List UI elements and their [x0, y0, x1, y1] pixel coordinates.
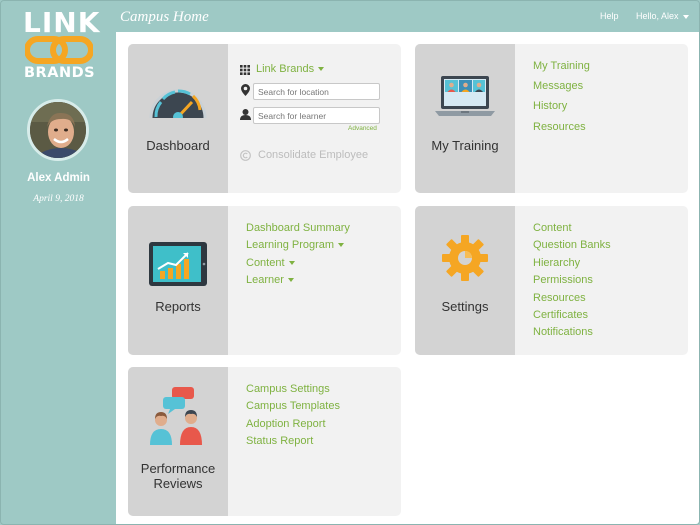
reports-body: Dashboard Summary Learning Program Conte… — [228, 206, 401, 355]
link-learner-label: Learner — [246, 274, 284, 286]
advanced-search-link[interactable]: Advanced — [348, 125, 377, 132]
brand-logo[interactable]: LINK BRANDS — [21, 9, 99, 83]
link-my-training[interactable]: My Training — [533, 60, 590, 72]
performance-icon-panel[interactable]: Performance Reviews — [128, 367, 228, 516]
chevron-down-icon — [318, 67, 325, 72]
my-training-icon-panel[interactable]: My Training — [415, 44, 515, 193]
dashboard-title: Dashboard — [146, 138, 210, 153]
location-search-input[interactable] — [253, 83, 380, 100]
learner-search-input[interactable] — [253, 107, 380, 124]
reports-icon-panel[interactable]: Reports — [128, 206, 228, 355]
settings-body: Content Question Banks Hierarchy Permiss… — [515, 206, 688, 355]
page-title: Campus Home — [120, 9, 209, 25]
link-certificates[interactable]: Certificates — [533, 309, 588, 321]
people-conversation-icon — [150, 387, 202, 445]
brand-select[interactable]: Link Brands — [256, 63, 325, 75]
link-permissions[interactable]: Permissions — [533, 274, 593, 286]
current-date: April 9, 2018 — [33, 194, 84, 204]
link-question-banks[interactable]: Question Banks — [533, 239, 611, 251]
settings-card: Settings Content Question Banks Hierarch… — [415, 206, 688, 355]
link-content-label: Content — [246, 257, 285, 269]
dashboard-icon-panel[interactable]: Dashboard — [128, 44, 228, 193]
link-learner[interactable]: Learner — [246, 274, 294, 286]
chevron-down-icon — [288, 261, 295, 266]
laptop-video-icon — [435, 76, 495, 116]
link-adoption-report[interactable]: Adoption Report — [246, 418, 326, 430]
sidebar: LINK BRANDS Alex Admin April 9, 2018 — [1, 1, 116, 524]
grid-icon — [240, 65, 250, 75]
logo-wordmark-top: LINK — [23, 6, 101, 39]
consolidate-employee: Consolidate Employee — [258, 149, 369, 161]
logo-wordmark-bottom: BRANDS — [24, 65, 96, 81]
link-status-report[interactable]: Status Report — [246, 435, 313, 447]
user-menu-label: Hello, Alex — [636, 11, 679, 21]
dashboard-body: Link Brands Advanced Consolidate Employe… — [228, 44, 401, 193]
performance-title-line2: Reviews — [153, 476, 203, 491]
my-training-card: My Training My Training Messages History… — [415, 44, 688, 193]
performance-title: Performance Reviews — [128, 461, 228, 491]
tablet-chart-icon — [149, 242, 207, 286]
link-hierarchy[interactable]: Hierarchy — [533, 257, 580, 269]
person-icon — [240, 109, 251, 120]
main-content: Dashboard Link Brands Search for locatio… — [116, 32, 699, 524]
my-training-body: My Training Messages History Resources — [515, 44, 688, 193]
link-learning-program[interactable]: Learning Program — [246, 239, 345, 251]
reports-title: Reports — [155, 299, 201, 314]
link-notifications[interactable]: Notifications — [533, 326, 593, 338]
dashboard-card: Dashboard Link Brands Search for locatio… — [128, 44, 401, 193]
performance-title-line1: Performance — [140, 461, 216, 476]
help-link[interactable]: Help — [600, 11, 619, 21]
link-campus-templates[interactable]: Campus Templates — [246, 400, 340, 412]
settings-title: Settings — [441, 299, 489, 314]
user-name: Alex Admin — [27, 172, 90, 184]
copyright-circle-icon — [240, 150, 251, 161]
link-settings-content[interactable]: Content — [533, 222, 572, 234]
brand-select-label: Link Brands — [256, 63, 315, 75]
gear-icon — [442, 235, 488, 281]
reports-card: Reports Dashboard Summary Learning Progr… — [128, 206, 401, 355]
chevron-down-icon — [287, 278, 294, 283]
link-history[interactable]: History — [533, 100, 567, 112]
my-training-title: My Training — [431, 138, 499, 153]
chevron-down-icon — [682, 14, 689, 19]
map-pin-icon — [241, 84, 250, 96]
user-menu[interactable]: Hello, Alex — [636, 11, 689, 21]
top-header: Campus Home Help Hello, Alex — [116, 1, 699, 33]
chevron-down-icon — [338, 243, 345, 248]
chain-icon — [25, 36, 93, 64]
link-content[interactable]: Content — [246, 257, 295, 269]
link-settings-resources[interactable]: Resources — [533, 292, 586, 304]
avatar[interactable] — [27, 99, 89, 161]
link-resources[interactable]: Resources — [533, 121, 586, 133]
link-dashboard-summary[interactable]: Dashboard Summary — [246, 222, 350, 234]
app-frame: LINK BRANDS Alex Admin April 9, 2018 Cam… — [0, 0, 700, 525]
user-photo — [30, 102, 86, 158]
link-messages[interactable]: Messages — [533, 80, 583, 92]
performance-reviews-card: Performance Reviews Campus Settings Camp… — [128, 367, 401, 516]
link-campus-settings[interactable]: Campus Settings — [246, 383, 330, 395]
performance-body: Campus Settings Campus Templates Adoptio… — [228, 367, 401, 516]
settings-icon-panel[interactable]: Settings — [415, 206, 515, 355]
speedometer-icon — [147, 89, 209, 122]
link-learning-program-label: Learning Program — [246, 239, 335, 251]
